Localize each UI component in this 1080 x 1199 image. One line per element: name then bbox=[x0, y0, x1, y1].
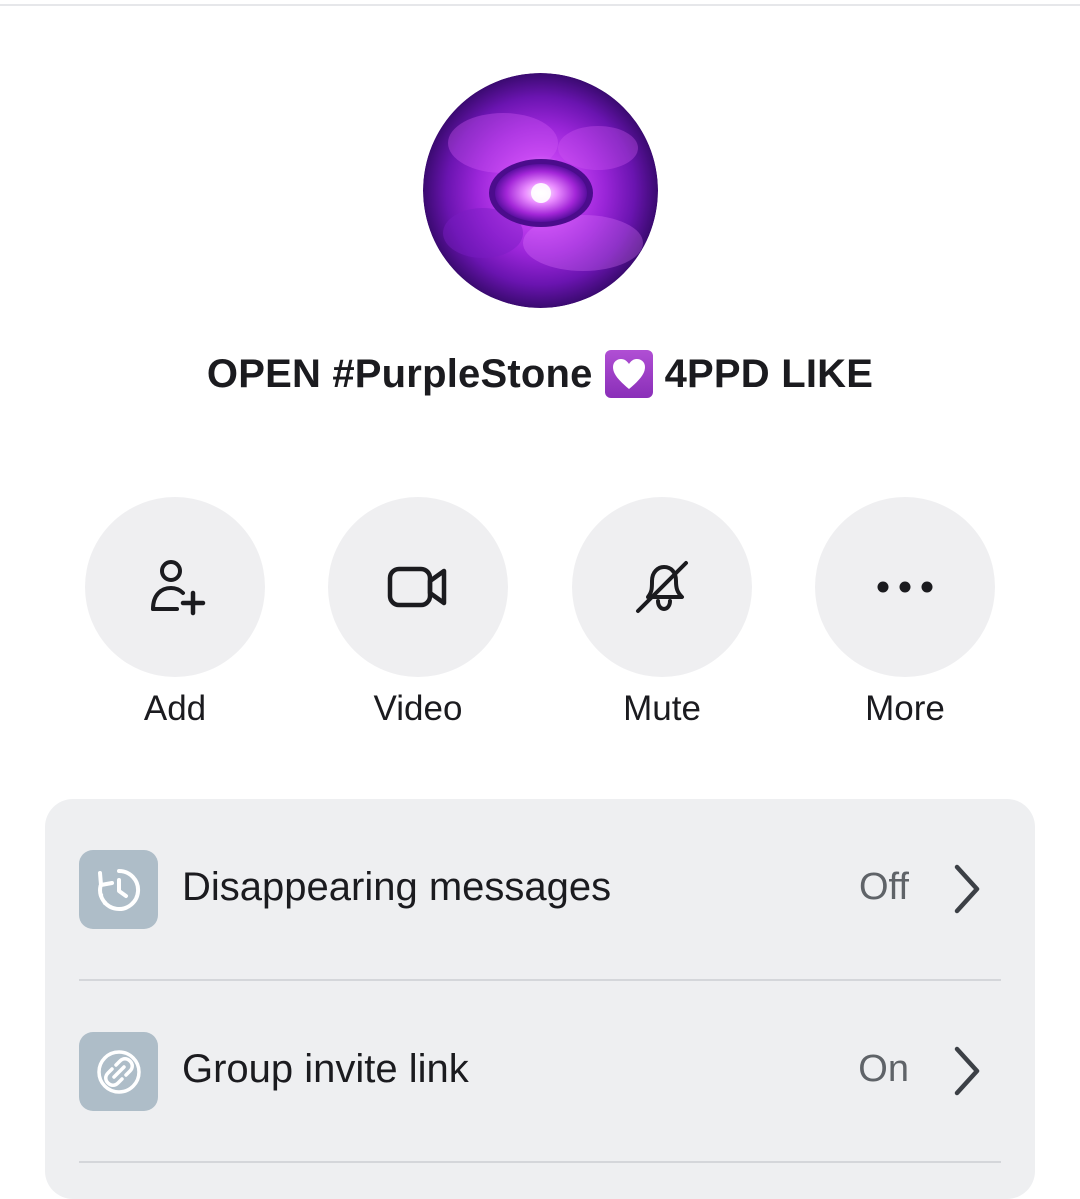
add-person-icon bbox=[151, 560, 206, 616]
group-invite-link-label: Group invite link bbox=[182, 1047, 469, 1091]
mute-button[interactable]: Mute bbox=[572, 497, 752, 737]
group-invite-link-value: On bbox=[858, 1048, 909, 1090]
link-icon bbox=[96, 1049, 141, 1094]
purple-stone-image bbox=[423, 73, 658, 308]
group-name-text-1: OPEN #PurpleStone bbox=[206, 351, 593, 396]
video-button-circle[interactable] bbox=[328, 497, 508, 677]
video-label: Video bbox=[373, 689, 463, 728]
group-settings-card: Disappearing messages Off Group invite l… bbox=[45, 799, 1035, 1199]
chevron-right-icon bbox=[954, 864, 980, 914]
top-divider bbox=[0, 4, 1080, 6]
video-camera-icon bbox=[387, 566, 447, 608]
group-avatar[interactable] bbox=[423, 73, 658, 308]
row-divider bbox=[79, 1161, 1001, 1163]
group-invite-link-row[interactable]: Group invite link On bbox=[45, 981, 1035, 1163]
disappearing-messages-label: Disappearing messages bbox=[182, 865, 612, 909]
more-label: More bbox=[865, 689, 945, 728]
timer-history-icon bbox=[97, 868, 140, 911]
group-name: OPEN #PurpleStone 4PPD LIKE bbox=[0, 350, 1080, 398]
timer-history-icon-box bbox=[79, 850, 158, 929]
heart-box-icon bbox=[604, 350, 653, 398]
action-buttons: Add Video Mute More bbox=[0, 497, 1080, 737]
mute-button-circle[interactable] bbox=[572, 497, 752, 677]
group-name-text-2: 4PPD LIKE bbox=[664, 351, 874, 396]
add-button[interactable]: Add bbox=[85, 497, 265, 737]
link-icon-box bbox=[79, 1032, 158, 1111]
more-dots-icon bbox=[877, 581, 933, 593]
more-button-circle[interactable] bbox=[815, 497, 995, 677]
add-button-circle[interactable] bbox=[85, 497, 265, 677]
video-button[interactable]: Video bbox=[328, 497, 508, 737]
disappearing-messages-value: Off bbox=[859, 866, 909, 908]
disappearing-messages-row[interactable]: Disappearing messages Off bbox=[45, 799, 1035, 981]
bell-off-icon bbox=[636, 561, 688, 613]
add-label: Add bbox=[143, 689, 207, 728]
mute-label: Mute bbox=[623, 689, 701, 728]
chevron-right-icon bbox=[954, 1046, 980, 1096]
more-button[interactable]: More bbox=[815, 497, 995, 737]
